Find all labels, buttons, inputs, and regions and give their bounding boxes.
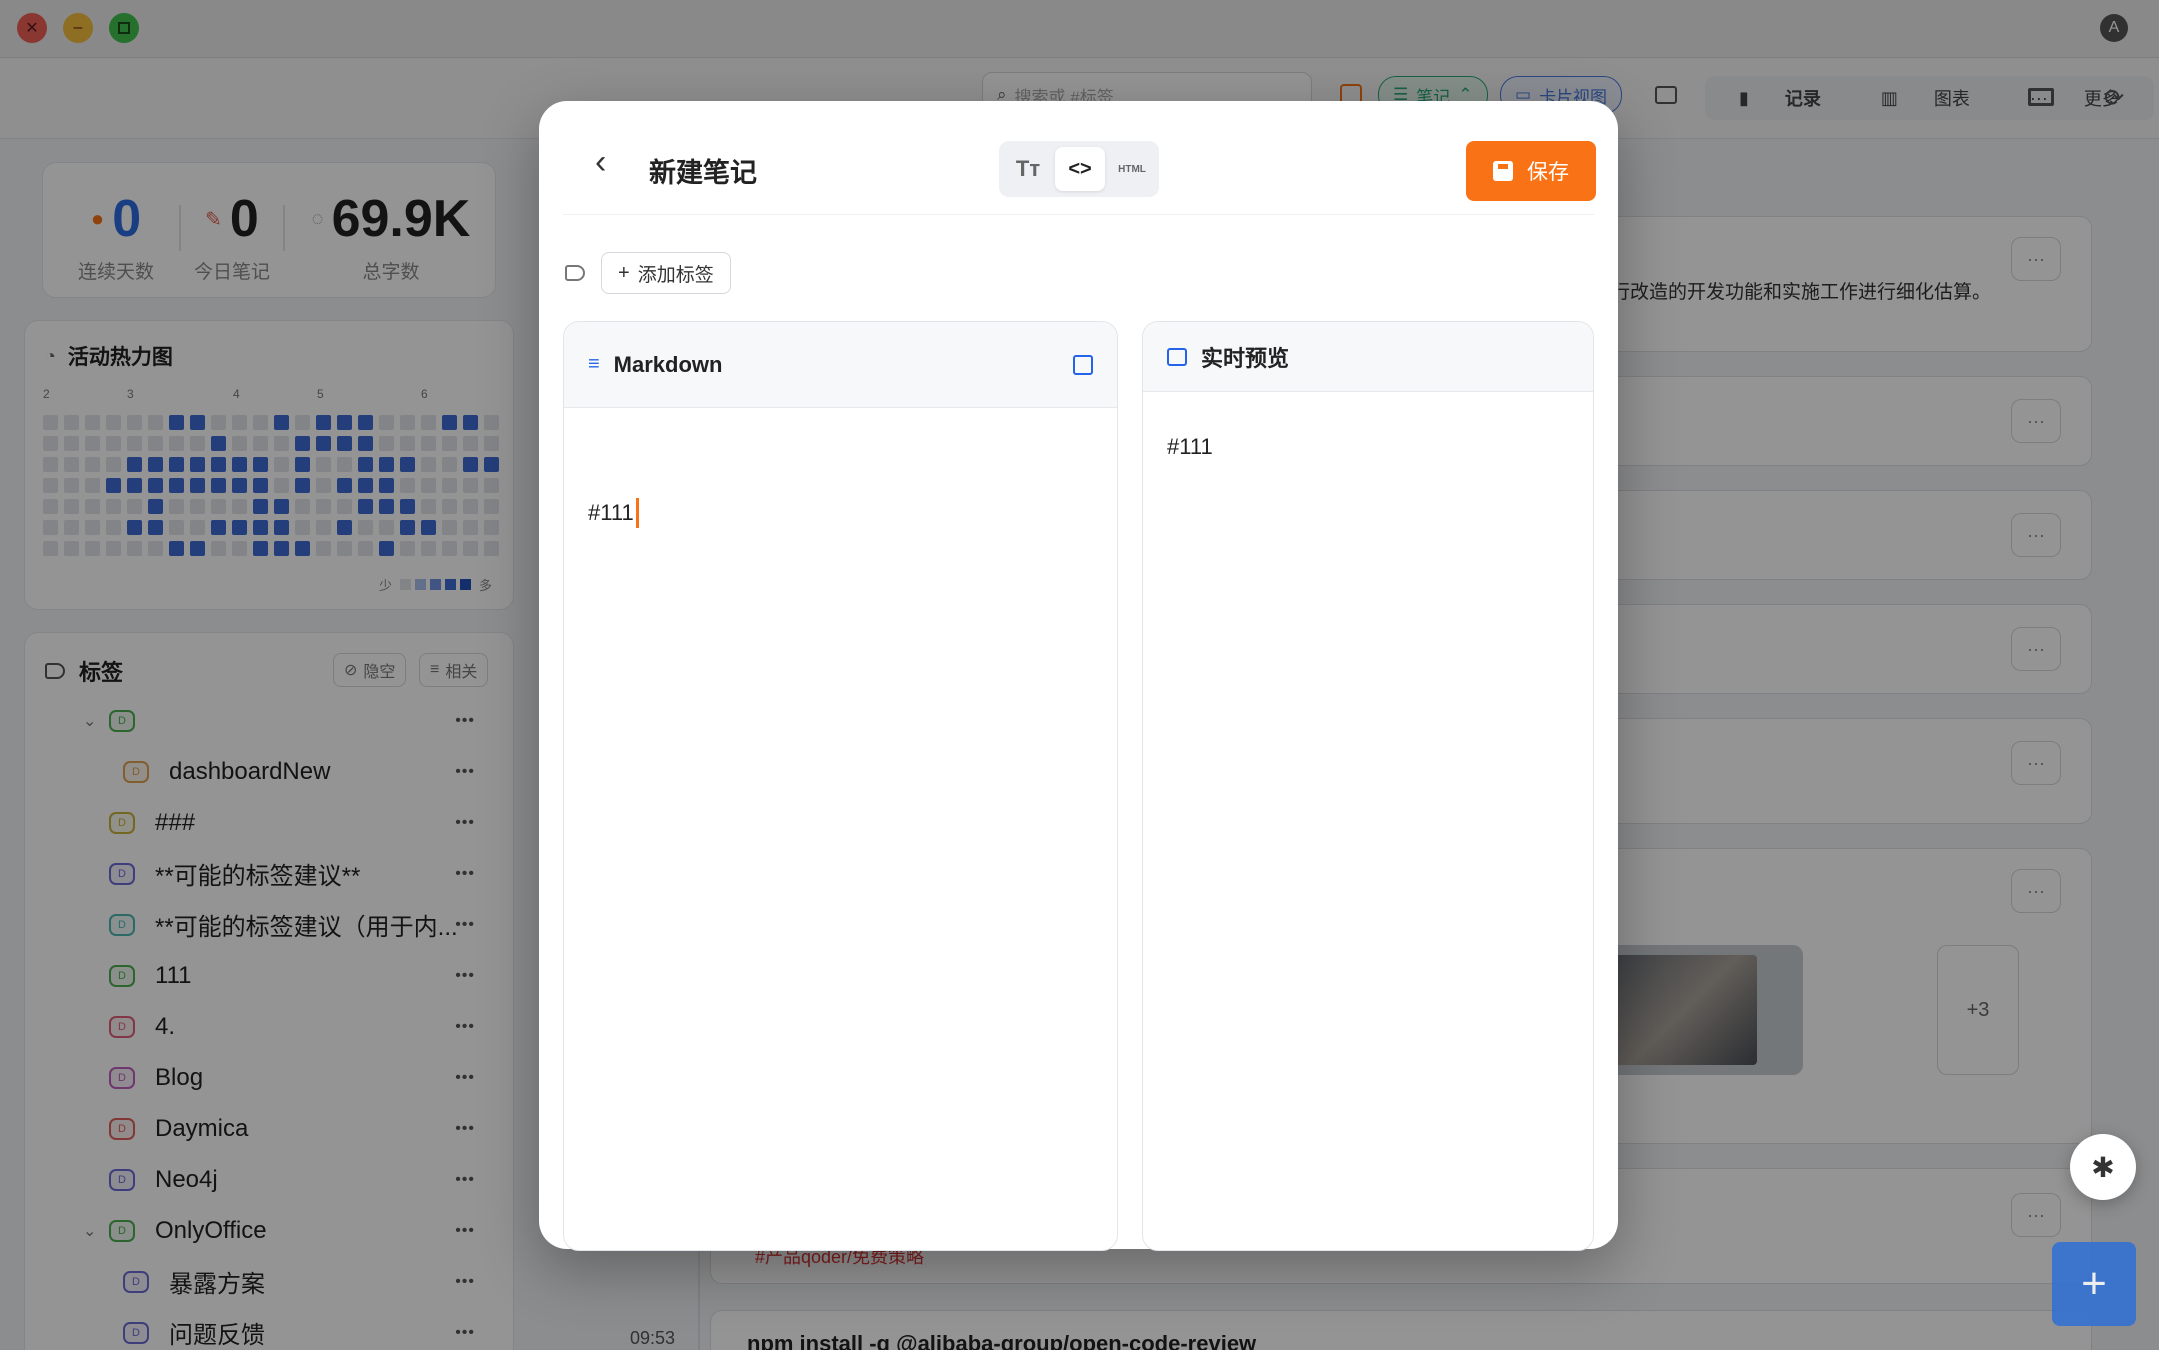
document-icon[interactable] bbox=[1073, 354, 1093, 375]
back-button[interactable]: ‹ bbox=[595, 143, 606, 182]
markdown-mode-button[interactable]: <> bbox=[1055, 147, 1105, 191]
eye-icon bbox=[1167, 347, 1187, 366]
rich-text-mode-button[interactable]: Tт bbox=[1005, 147, 1051, 191]
bug-report-button[interactable]: ✱ bbox=[2070, 1134, 2136, 1200]
text-cursor bbox=[635, 498, 639, 528]
bug-icon: ✱ bbox=[2091, 1151, 2115, 1183]
preview-title: 实时预览 bbox=[1201, 345, 1290, 371]
modal-title: 新建笔记 bbox=[649, 158, 757, 188]
add-note-button[interactable]: + bbox=[2052, 1242, 2136, 1326]
code-icon: <> bbox=[1068, 157, 1092, 180]
markdown-textarea[interactable]: #111 bbox=[588, 498, 639, 528]
text-size-icon: Tт bbox=[1015, 156, 1041, 181]
tag-icon bbox=[565, 265, 585, 281]
editor-mode-switch: Tт <> HTML bbox=[999, 141, 1159, 197]
new-note-modal: ‹ 新建笔记 Tт <> HTML 保存 + 添加标签 ≡ Markdown #1… bbox=[539, 101, 1618, 1251]
floppy-disk-icon bbox=[1493, 161, 1513, 181]
edit-lines-icon: ≡ bbox=[588, 353, 600, 375]
save-button[interactable]: 保存 bbox=[1466, 141, 1596, 201]
plus-icon: + bbox=[2081, 1259, 2107, 1308]
html-mode-button[interactable]: HTML bbox=[1109, 147, 1155, 191]
modal-header: ‹ 新建笔记 Tт <> HTML 保存 bbox=[563, 119, 1596, 215]
markdown-editor-pane: ≡ Markdown #111 bbox=[563, 321, 1118, 1251]
live-preview-pane: 实时预览 #111 bbox=[1142, 321, 1594, 1251]
preview-content: #111 bbox=[1167, 434, 1213, 459]
add-tag-button[interactable]: + 添加标签 bbox=[601, 252, 731, 294]
chevron-left-icon: ‹ bbox=[595, 143, 607, 181]
editor-title: Markdown bbox=[613, 351, 723, 377]
plus-icon: + bbox=[618, 261, 630, 284]
